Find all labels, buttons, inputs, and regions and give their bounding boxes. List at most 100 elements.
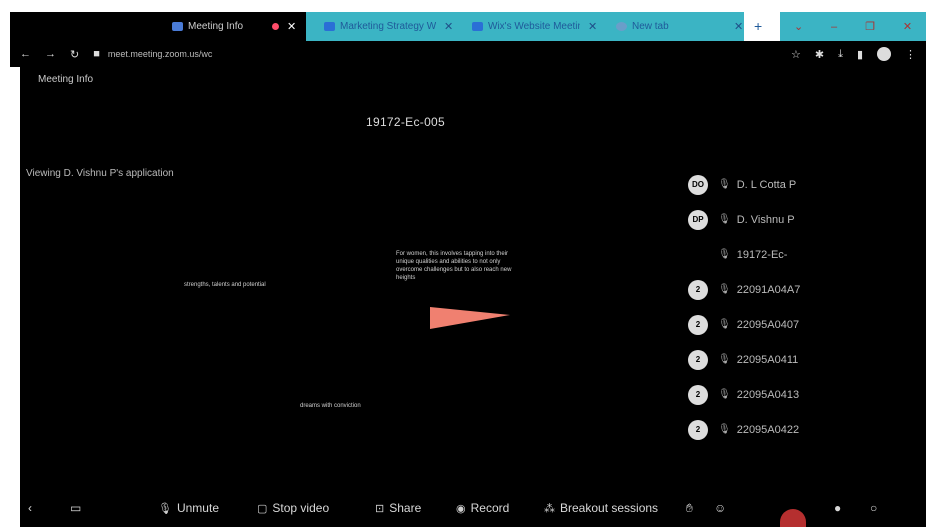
- share-icon: ⊡: [375, 502, 385, 515]
- recording-indicator: [780, 509, 806, 527]
- meeting-info-link[interactable]: Meeting Info: [38, 74, 93, 85]
- download-icon[interactable]: ⤓: [838, 48, 843, 61]
- close-tab-icon[interactable]: ✕: [734, 20, 743, 33]
- zoom-icon: [172, 22, 183, 31]
- lock-icon: ■: [93, 48, 100, 60]
- avatar: 2: [688, 349, 708, 370]
- share-label: Share: [389, 501, 422, 515]
- camera-icon: ▢: [257, 502, 268, 515]
- meeting-view: Meeting Info 19172-Ec-005 Viewing D. Vis…: [20, 67, 926, 491]
- tab-website-meeting[interactable]: Wix's Website Meeting ✕: [454, 12, 598, 41]
- stop-video-button[interactable]: ▢ Stop video: [257, 501, 329, 515]
- mic-icon: 🎙︎: [718, 284, 731, 295]
- new-tab-plus-icon[interactable]: +: [754, 18, 762, 34]
- participant-row[interactable]: 2 🎙︎ 22095A0422: [688, 412, 918, 447]
- tab-marketing[interactable]: Marketing Strategy Wh ✕: [306, 12, 454, 41]
- participant-name: 22091A04A7: [736, 283, 801, 296]
- participant-row[interactable]: 2 🎙︎ 22095A0407: [688, 307, 918, 342]
- slide-text: dreams with conviction: [300, 403, 361, 409]
- sidepanel-icon[interactable]: ▮: [857, 48, 863, 61]
- participant-name: D. L Cotta P: [736, 178, 797, 191]
- tab-new-tab[interactable]: New tab ✕: [598, 12, 744, 41]
- viewing-banner: Viewing D. Vishnu P's application: [26, 168, 174, 179]
- reactions-icon[interactable]: ☺: [714, 501, 726, 515]
- reload-icon[interactable]: ↻: [70, 48, 79, 61]
- mic-icon: 🎙︎: [718, 319, 731, 330]
- participant-name: 19172-Ec-: [736, 248, 788, 261]
- avatar: 2: [688, 279, 708, 300]
- address-bar[interactable]: meet.meeting.zoom.us/wc: [108, 49, 213, 59]
- slide-text: For women, this involves tapping into th…: [396, 251, 512, 281]
- share-button[interactable]: ⊡ Share: [375, 501, 421, 515]
- tab-label: Meeting Info: [188, 21, 244, 32]
- tab-meeting-info[interactable]: Meeting Info ✕: [10, 12, 306, 41]
- more-icon[interactable]: ○: [870, 501, 877, 515]
- mic-icon: 🎙︎: [718, 424, 731, 435]
- participant-row[interactable]: 2 🎙︎ 22095A0413: [688, 377, 918, 412]
- avatar: 2: [688, 314, 708, 335]
- tab-label: Marketing Strategy Wh: [340, 21, 436, 32]
- breakout-label: Breakout sessions: [560, 501, 659, 515]
- participant-row[interactable]: 2 🎙︎ 22091A04A7: [688, 272, 918, 307]
- minimize-icon[interactable]: –: [831, 21, 837, 33]
- close-tab-icon[interactable]: ✕: [444, 20, 453, 33]
- forward-arrow-icon[interactable]: →: [45, 48, 56, 60]
- recording-dot-icon: [272, 23, 279, 30]
- participants-icon[interactable]: ●: [834, 501, 841, 515]
- participant-row[interactable]: 🎙︎ 19172-Ec-: [688, 237, 918, 272]
- star-icon[interactable]: ☆: [791, 48, 801, 61]
- globe-icon: [616, 22, 627, 31]
- mic-off-icon: 🎙︎: [158, 502, 172, 515]
- participant-row[interactable]: DO 🎙︎ D. L Cotta P: [688, 167, 918, 202]
- hand-icon[interactable]: ✋︎: [686, 501, 693, 516]
- browser-tab-strip: Meeting Info ✕ Marketing Strategy Wh ✕ W…: [0, 0, 926, 41]
- extensions-icon[interactable]: ✱: [815, 48, 824, 61]
- back-arrow-icon[interactable]: ←: [20, 48, 31, 60]
- window-controls: ⌄ – ❐ ✕: [780, 12, 926, 41]
- tab-label: Wix's Website Meeting: [488, 21, 580, 32]
- mic-icon: 🎙︎: [718, 214, 731, 225]
- mic-icon: 🎙︎: [718, 354, 731, 365]
- stop-video-label: Stop video: [272, 501, 330, 515]
- participant-row[interactable]: 2 🎙︎ 22095A0411: [688, 342, 918, 377]
- meeting-toolbar: ‹ ▭ 🎙︎ Unmute ▢ Stop video ⊡ Share ◉ Rec…: [20, 491, 926, 527]
- menu-dots-icon[interactable]: ⋮: [905, 48, 916, 61]
- record-icon: ◉: [456, 502, 466, 515]
- participant-name: 22095A0411: [736, 353, 799, 366]
- mic-icon: 🎙︎: [718, 249, 731, 260]
- participant-name: D. Vishnu P: [736, 213, 795, 226]
- tab-label: New tab: [632, 21, 669, 32]
- unmute-button[interactable]: 🎙︎ Unmute: [158, 501, 219, 515]
- maximize-icon[interactable]: ❐: [865, 20, 875, 33]
- record-label: Record: [470, 501, 510, 515]
- doc-icon: [472, 22, 483, 31]
- participant-name: 22095A0413: [736, 388, 800, 401]
- browser-toolbar: ← → ↻ ■ meet.meeting.zoom.us/wc ☆ ✱ ⤓ ▮ …: [10, 41, 926, 67]
- avatar: [688, 245, 708, 265]
- participant-name: 22095A0422: [736, 423, 800, 436]
- mic-icon: 🎙︎: [718, 389, 731, 400]
- avatar: 2: [688, 419, 708, 440]
- avatar: 2: [688, 384, 708, 405]
- mic-icon: 🎙︎: [718, 179, 731, 190]
- chat-icon[interactable]: ▭: [70, 501, 81, 515]
- chevron-left-icon[interactable]: ‹: [28, 501, 32, 515]
- participant-name: 22095A0407: [736, 318, 800, 331]
- breakout-sessions-button[interactable]: ⁂ Breakout sessions: [544, 501, 658, 515]
- avatar: DO: [688, 174, 708, 195]
- participant-row[interactable]: DP 🎙︎ D. Vishnu P: [688, 202, 918, 237]
- record-button[interactable]: ◉ Record: [456, 501, 509, 515]
- meeting-id: 19172-Ec-005: [366, 115, 445, 129]
- breakout-icon: ⁂: [544, 502, 555, 515]
- close-window-icon[interactable]: ✕: [903, 20, 912, 33]
- participant-list: DO 🎙︎ D. L Cotta P DP 🎙︎ D. Vishnu P 🎙︎ …: [688, 167, 918, 447]
- unmute-label: Unmute: [176, 501, 219, 515]
- close-tab-icon[interactable]: ✕: [588, 20, 597, 33]
- doc-icon: [324, 22, 335, 31]
- chevron-down-icon[interactable]: ⌄: [794, 20, 803, 33]
- profile-avatar[interactable]: [877, 47, 891, 61]
- shared-screen-pointer-shape: [430, 307, 510, 329]
- slide-text: strengths, talents and potential: [184, 282, 266, 288]
- avatar: DP: [688, 209, 708, 230]
- close-tab-icon[interactable]: ✕: [287, 20, 296, 33]
